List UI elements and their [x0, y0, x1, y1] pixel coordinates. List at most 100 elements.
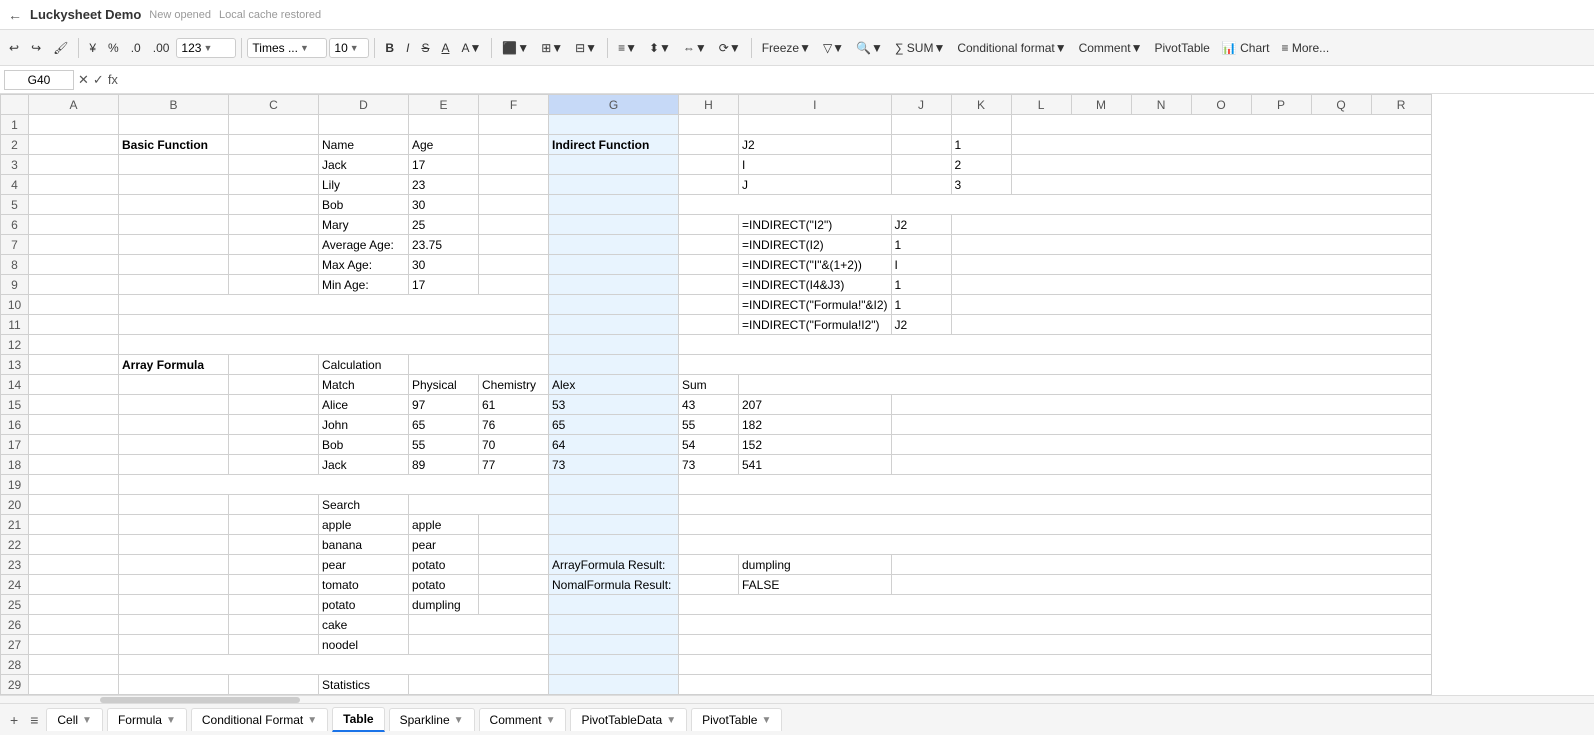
cell-a23[interactable] — [29, 555, 119, 575]
cell-rest-2[interactable] — [1011, 135, 1431, 155]
cell-f21[interactable] — [479, 515, 549, 535]
cell-c26[interactable] — [229, 615, 319, 635]
cell-f24[interactable] — [479, 575, 549, 595]
cell-ef13[interactable] — [409, 355, 549, 375]
comment-button[interactable]: Comment▼ — [1074, 38, 1148, 58]
cell-e23[interactable]: potato — [409, 555, 479, 575]
freeze-button[interactable]: Freeze▼ — [757, 38, 816, 58]
filter-button[interactable]: ▽▼ — [818, 38, 849, 58]
bold-button[interactable]: B — [380, 38, 399, 58]
cell-f23[interactable] — [479, 555, 549, 575]
scroll-container[interactable]: A B C D E F G H I J K L M N O P Q R 1 2B… — [0, 94, 1594, 695]
cell-b29[interactable] — [119, 675, 229, 695]
merge-button[interactable]: ⊟▼ — [570, 38, 602, 58]
text-wrap-button[interactable]: ⇔▼ — [678, 38, 712, 58]
tab-pivot-table-data[interactable]: PivotTableData ▼ — [570, 708, 687, 731]
cell-b26[interactable] — [119, 615, 229, 635]
cell-g1[interactable] — [549, 115, 679, 135]
cell-c1[interactable] — [229, 115, 319, 135]
cell-f5[interactable] — [479, 195, 549, 215]
col-header-a[interactable]: A — [29, 95, 119, 115]
cell-a10[interactable] — [29, 295, 119, 315]
cell-e7[interactable]: 23.75 — [409, 235, 479, 255]
cell-h10[interactable] — [679, 295, 739, 315]
cell-rest-7[interactable] — [951, 235, 1431, 255]
cell-h23[interactable] — [679, 555, 739, 575]
cell-rest-23[interactable] — [891, 555, 1431, 575]
cell-c17[interactable] — [229, 435, 319, 455]
cell-rest-15[interactable] — [891, 395, 1431, 415]
underline-button[interactable]: A — [436, 38, 454, 58]
cell-a28[interactable] — [29, 655, 119, 675]
tab-cell[interactable]: Cell ▼ — [46, 708, 103, 731]
tab-sparkline[interactable]: Sparkline ▼ — [389, 708, 475, 731]
cell-rest-18[interactable] — [891, 455, 1431, 475]
cell-j10[interactable]: 1 — [891, 295, 951, 315]
cell-rest-3[interactable] — [1011, 155, 1431, 175]
cell-e17[interactable]: 55 — [409, 435, 479, 455]
cell-c8[interactable] — [229, 255, 319, 275]
cell-f4[interactable] — [479, 175, 549, 195]
cell-d5[interactable]: Bob — [319, 195, 409, 215]
cell-c29[interactable] — [229, 675, 319, 695]
col-header-g[interactable]: G — [549, 95, 679, 115]
col-header-c[interactable]: C — [229, 95, 319, 115]
cell-i17[interactable]: 152 — [739, 435, 892, 455]
cell-i8[interactable]: =INDIRECT("I"&(1+2)) — [739, 255, 892, 275]
cell-d17[interactable]: Bob — [319, 435, 409, 455]
cell-a22[interactable] — [29, 535, 119, 555]
text-rotate-button[interactable]: ⟳▼ — [714, 38, 746, 58]
cell-d16[interactable]: John — [319, 415, 409, 435]
cell-ef20[interactable] — [409, 495, 549, 515]
cell-c18[interactable] — [229, 455, 319, 475]
cell-a17[interactable] — [29, 435, 119, 455]
cell-a20[interactable] — [29, 495, 119, 515]
cell-d2[interactable]: Name — [319, 135, 409, 155]
col-header-j[interactable]: J — [891, 95, 951, 115]
cell-f7[interactable] — [479, 235, 549, 255]
cell-e25[interactable]: dumpling — [409, 595, 479, 615]
cell-e16[interactable]: 65 — [409, 415, 479, 435]
cell-h14[interactable]: Sum — [679, 375, 739, 395]
cell-i6[interactable]: =INDIRECT("I2") — [739, 215, 892, 235]
cell-i15[interactable]: 207 — [739, 395, 892, 415]
cell-d1[interactable] — [319, 115, 409, 135]
cell-d21[interactable]: apple — [319, 515, 409, 535]
cancel-formula-icon[interactable]: ✕ — [78, 72, 89, 88]
cell-rest-24[interactable] — [891, 575, 1431, 595]
cell-g5[interactable] — [549, 195, 679, 215]
paint-format-button[interactable]: 🖌 — [48, 38, 73, 58]
col-header-q[interactable]: Q — [1311, 95, 1371, 115]
cell-rest-22[interactable] — [679, 535, 1432, 555]
col-header-d[interactable]: D — [319, 95, 409, 115]
fx-icon[interactable]: fx — [108, 72, 118, 87]
cell-c13[interactable] — [229, 355, 319, 375]
cell-b6[interactable] — [119, 215, 229, 235]
cell-b17[interactable] — [119, 435, 229, 455]
cell-f22[interactable] — [479, 535, 549, 555]
cell-g22[interactable] — [549, 535, 679, 555]
cell-e4[interactable]: 23 — [409, 175, 479, 195]
redo-button[interactable]: ↪ — [26, 38, 46, 58]
cell-c21[interactable] — [229, 515, 319, 535]
cell-d8[interactable]: Max Age: — [319, 255, 409, 275]
decimal0-button[interactable]: .0 — [126, 38, 146, 58]
cell-h15[interactable]: 43 — [679, 395, 739, 415]
cell-d15[interactable]: Alice — [319, 395, 409, 415]
cell-g4[interactable] — [549, 175, 679, 195]
cell-rest-21[interactable] — [679, 515, 1432, 535]
cell-c27[interactable] — [229, 635, 319, 655]
col-header-p[interactable]: P — [1251, 95, 1311, 115]
cell-i1[interactable] — [739, 115, 892, 135]
cell-g2[interactable]: Indirect Function — [549, 135, 679, 155]
cell-ef26[interactable] — [409, 615, 549, 635]
cell-f17[interactable]: 70 — [479, 435, 549, 455]
cell-b25[interactable] — [119, 595, 229, 615]
col-header-i[interactable]: I — [739, 95, 892, 115]
cell-e9[interactable]: 17 — [409, 275, 479, 295]
cell-b24[interactable] — [119, 575, 229, 595]
cell-c20[interactable] — [229, 495, 319, 515]
cell-i2[interactable]: J2 — [739, 135, 892, 155]
cell-f2[interactable] — [479, 135, 549, 155]
yuan-button[interactable]: ¥ — [84, 38, 101, 58]
